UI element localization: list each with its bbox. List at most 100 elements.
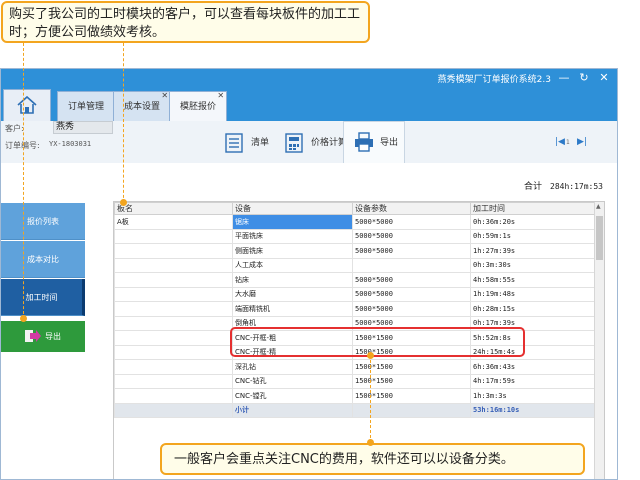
cell-time: 1h:19m:48s: [470, 286, 595, 302]
callout-guide-dot: [20, 315, 27, 322]
bottom-annotation-callout: 一般客户会重点关注CNC的费用，软件还可以以设备分类。: [160, 443, 585, 475]
close-button[interactable]: ✕: [595, 70, 613, 86]
cell-plate: [114, 388, 233, 404]
cell-equipment: 人工成本: [232, 257, 353, 273]
table-scrollbar[interactable]: ▲: [594, 202, 604, 479]
cell-equipment: 锯床: [232, 214, 353, 230]
app-window: 燕秀模架厂订单报价系统2.3 — ↻ ✕ 订单管理 成本设置 ✕ 模胚报价 ✕ …: [0, 68, 618, 480]
tab-label: 订单管理: [68, 102, 105, 112]
nav-export-label: 导出: [45, 332, 61, 341]
callout-guide-dot: [367, 352, 374, 359]
next-page-icon[interactable]: ▶|: [577, 137, 587, 147]
cell-plate: [114, 243, 233, 259]
list-button-label: 清单: [251, 138, 270, 148]
printer-icon: [355, 132, 373, 152]
table-row[interactable]: 人工成本 0h:3m:30s: [114, 257, 595, 273]
column-header-params[interactable]: 设备参数: [352, 202, 471, 215]
cell-equipment: CNC-钻孔: [232, 373, 353, 389]
tab-cost-settings[interactable]: 成本设置 ✕: [113, 91, 172, 121]
cnc-rows-highlight: [230, 327, 525, 357]
table-row[interactable]: CNC-钻孔 1500*1500 4h:17m:59s: [114, 373, 595, 389]
tab-close-icon[interactable]: ✕: [161, 81, 168, 111]
table-row[interactable]: 钻床 5000*5000 4h:58m:55s: [114, 272, 595, 288]
cell-time: 4h:58m:55s: [470, 272, 595, 288]
order-number-label: 订单编号:: [5, 141, 40, 150]
customer-field[interactable]: 燕秀: [53, 121, 113, 134]
cell-time: 53h:16m:10s: [470, 402, 595, 418]
title-bar: 燕秀模架厂订单报价系统2.3 — ↻ ✕: [1, 69, 617, 87]
cell-plate: [114, 402, 233, 418]
cell-plate: [114, 228, 233, 244]
cell-equipment: 深孔钻: [232, 359, 353, 375]
cell-plate: [114, 359, 233, 375]
callout-guide-dot: [367, 439, 374, 446]
total-label: 合计: [524, 182, 543, 192]
first-page-icon[interactable]: |◀: [555, 137, 565, 147]
table-row[interactable]: 平面铣床 5000*5000 0h:59m:1s: [114, 228, 595, 244]
callout-guide-line: [123, 43, 124, 203]
top-annotation-text: 购买了我公司的工时模块的客户，可以查看每块板件的加工工时；方便公司做绩效考核。: [9, 7, 361, 40]
list-button[interactable]: 清单: [225, 127, 285, 159]
table-row[interactable]: 大水磨 5000*5000 1h:19m:48s: [114, 286, 595, 302]
tab-label: 成本设置: [124, 102, 161, 112]
column-header-time[interactable]: 加工时间: [470, 202, 595, 215]
cell-plate: A板: [114, 214, 233, 230]
tab-close-icon[interactable]: ✕: [217, 81, 224, 111]
cell-plate: [114, 330, 233, 346]
home-tab[interactable]: [3, 89, 51, 121]
home-icon: [17, 95, 37, 114]
cell-time: 4h:17m:59s: [470, 373, 595, 389]
scroll-up-icon[interactable]: ▲: [596, 203, 601, 210]
cell-equipment: 钻床: [232, 272, 353, 288]
side-navigation: 报价列表 成本对比 加工时间 导出: [1, 203, 87, 375]
restore-button[interactable]: ↻: [575, 70, 593, 86]
export-tab-button[interactable]: 导出: [343, 121, 405, 163]
total-summary: 合计 284h:17m:53: [524, 179, 603, 192]
callout-guide-dot: [120, 199, 127, 206]
nav-label: 加工时间: [25, 293, 58, 302]
nav-cost-compare[interactable]: 成本对比: [1, 241, 85, 278]
total-value: 284h:17m:53: [550, 182, 603, 191]
column-header-equipment[interactable]: 设备: [232, 202, 353, 215]
table-row[interactable]: 端面精铣机 5000*5000 0h:28m:15s: [114, 301, 595, 317]
callout-guide-line: [23, 43, 24, 319]
minimize-button[interactable]: —: [555, 70, 573, 86]
tab-order-management[interactable]: 订单管理: [57, 91, 116, 121]
nav-machining-time[interactable]: 加工时间: [1, 279, 85, 316]
page-number: 1: [566, 139, 570, 146]
cell-equipment: 大水磨: [232, 286, 353, 302]
table-row[interactable]: 侧面铣床 5000*5000 1h:27m:39s: [114, 243, 595, 259]
table-row[interactable]: A板 锯床 5000*5000 0h:36m:20s: [114, 214, 595, 230]
cell-params: 5000*5000: [352, 301, 471, 317]
cell-params: 5000*5000: [352, 243, 471, 259]
tab-bar: 订单管理 成本设置 ✕ 模胚报价 ✕: [1, 87, 617, 121]
tab-mold-quote[interactable]: 模胚报价 ✕: [169, 91, 228, 121]
cell-plate: [114, 257, 233, 273]
table-row[interactable]: CNC-镗孔 1500*1500 1h:3m:3s: [114, 388, 595, 404]
cell-plate: [114, 286, 233, 302]
nav-export-button[interactable]: 导出: [1, 321, 85, 352]
cell-plate: [114, 344, 233, 360]
nav-label: 成本对比: [27, 255, 59, 264]
customer-label: 客户:: [5, 124, 24, 133]
bottom-annotation-text: 一般客户会重点关注CNC的费用，软件还可以以设备分类。: [174, 452, 514, 467]
list-icon: [225, 133, 243, 153]
column-header-plate[interactable]: 板名: [114, 202, 233, 215]
cell-time: 0h:59m:1s: [470, 228, 595, 244]
cell-equipment: 平面铣床: [232, 228, 353, 244]
cell-time: 0h:3m:30s: [470, 257, 595, 273]
cell-equipment: 侧面铣床: [232, 243, 353, 259]
cell-params: 5000*5000: [352, 286, 471, 302]
app-title: 燕秀模架厂订单报价系统2.3: [437, 75, 551, 85]
cell-time: 1h:27m:39s: [470, 243, 595, 259]
export-arrow-icon: [25, 330, 41, 342]
table-row[interactable]: 深孔钻 1500*1500 6h:36m:43s: [114, 359, 595, 375]
cell-params: 5000*5000: [352, 214, 471, 230]
scrollbar-thumb[interactable]: [596, 216, 603, 260]
cell-plate: [114, 301, 233, 317]
nav-quote-list[interactable]: 报价列表: [1, 203, 85, 240]
table-header-row: 板名 设备 设备参数 加工时间: [114, 202, 595, 215]
subtotal-row[interactable]: 小计 53h:16m:10s: [114, 402, 595, 418]
cell-plate: [114, 272, 233, 288]
cell-plate: [114, 315, 233, 331]
